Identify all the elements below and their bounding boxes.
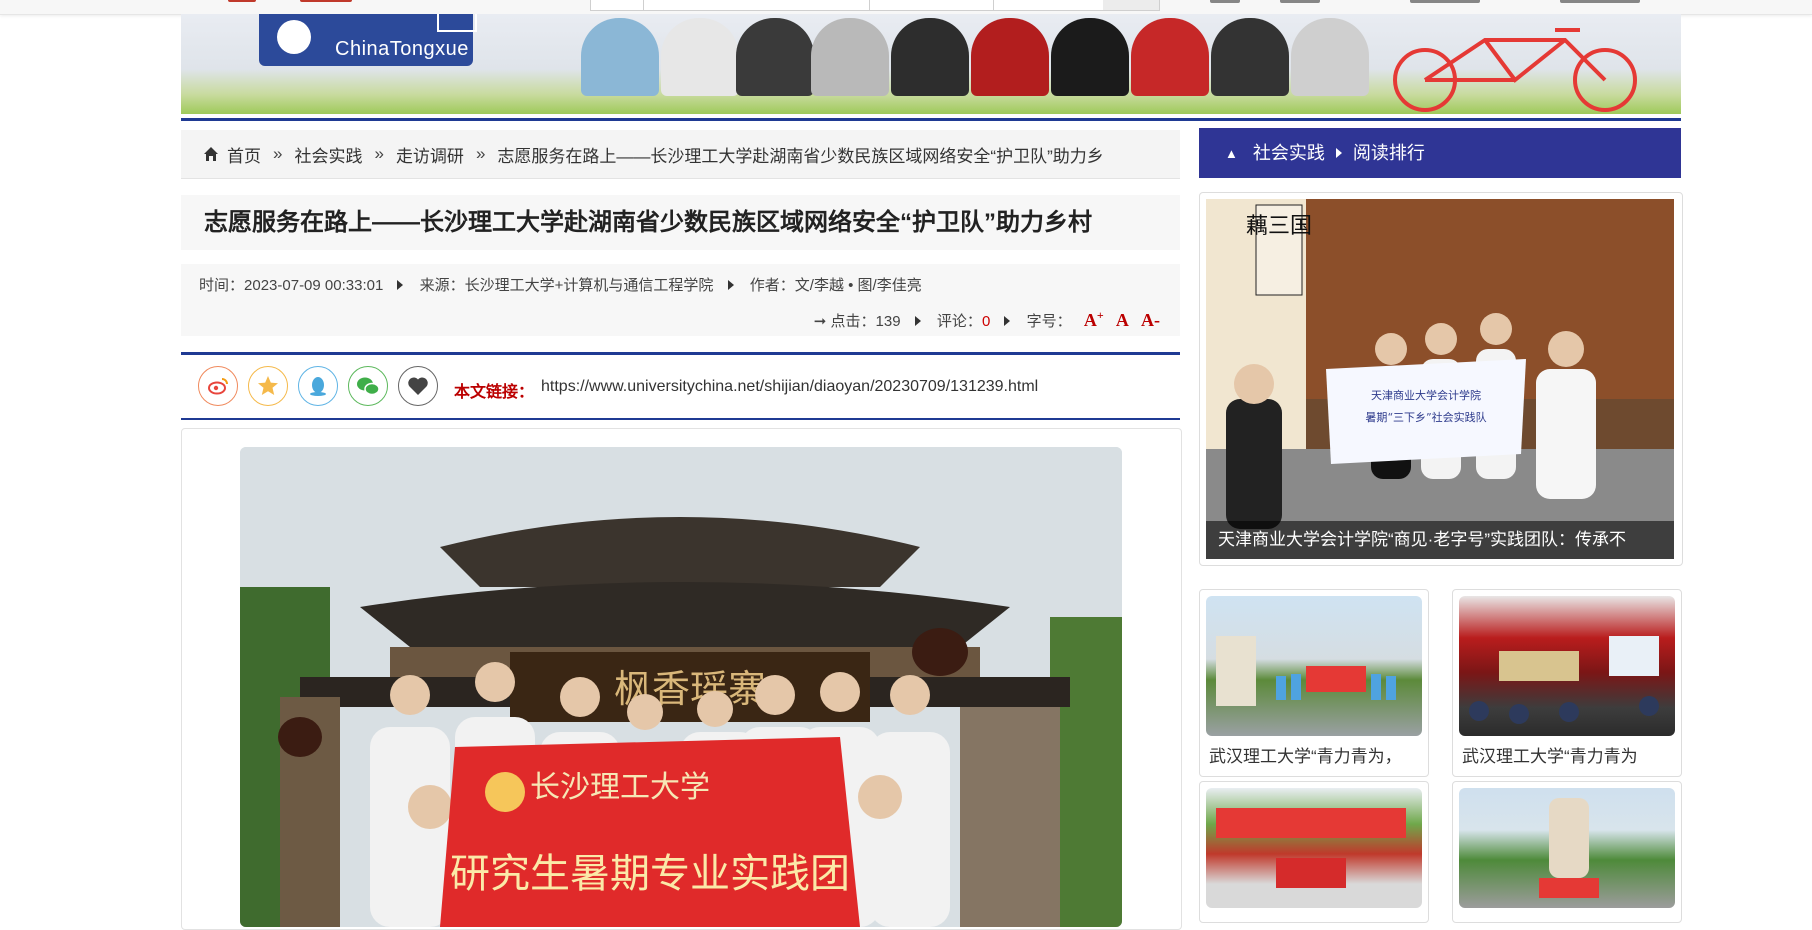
- breadcrumb-home[interactable]: 首页: [227, 142, 261, 167]
- triangle-right-icon: [397, 280, 404, 291]
- feature-banner-line2: 暑期“三下乡”社会实践队: [1365, 410, 1486, 424]
- font-increase-button[interactable]: A+: [1084, 308, 1104, 330]
- publish-time: 2023-07-09 00:33:01: [244, 277, 384, 294]
- logo-mark-icon: [277, 20, 311, 54]
- font-normal-button[interactable]: A: [1116, 310, 1129, 330]
- click-count: 139: [875, 313, 901, 330]
- home-icon: [204, 147, 218, 161]
- wechat-icon[interactable]: [348, 366, 388, 406]
- search-form[interactable]: [590, 0, 1160, 11]
- triangle-right-icon: [914, 316, 921, 327]
- article-meta: 时间：2023-07-09 00:33:01 来源：长沙理工大学+计算机与通信工…: [181, 264, 1180, 336]
- top-nav-link[interactable]: [1210, 0, 1240, 3]
- flag-text-top: 长沙理工大学: [530, 770, 710, 805]
- article-body: 枫香瑶寨 长沙理工大学 研究生暑期专业实践团: [181, 428, 1182, 930]
- sort-icon: ▲: [1225, 146, 1238, 162]
- site-banner: ChinaTongxue: [181, 14, 1681, 114]
- qq-icon[interactable]: [298, 366, 338, 406]
- article-photo: 枫香瑶寨 长沙理工大学 研究生暑期专业实践团: [240, 447, 1122, 927]
- logo-text: ChinaTongxue: [335, 38, 469, 60]
- feature-sign-text: 藕三国: [1246, 214, 1312, 239]
- flag-text-main: 研究生暑期专业实践团: [450, 851, 850, 897]
- card-thumbnail: [1459, 596, 1675, 736]
- top-nav-link[interactable]: [1560, 0, 1640, 3]
- divider: [181, 352, 1180, 355]
- triangle-right-icon: [1335, 148, 1342, 159]
- breadcrumb-visit-research[interactable]: 走访调研: [396, 142, 464, 167]
- divider: [181, 118, 1681, 121]
- sidebar-card[interactable]: [1199, 781, 1429, 923]
- page-title: 志愿服务在路上——长沙理工大学赴湖南省少数民族区域网络安全“护卫队”助力乡村: [181, 195, 1180, 250]
- triangle-right-icon: [727, 280, 734, 291]
- article-author: 文/李越 • 图/李佳亮: [794, 277, 922, 294]
- top-nav-link[interactable]: [300, 0, 352, 2]
- bicycle-icon: [1393, 28, 1637, 112]
- weibo-icon[interactable]: [198, 366, 238, 406]
- sidebar-card[interactable]: [1452, 781, 1682, 923]
- sidebar-tab-reading-rank[interactable]: 阅读排行: [1353, 143, 1425, 163]
- card-caption[interactable]: 武汉理工大学“青力青为: [1462, 742, 1674, 767]
- featured-caption[interactable]: 天津商业大学会计学院“商见·老字号”实践团队：传承不: [1206, 521, 1674, 559]
- featured-image: 藕三国 天津商业大学会计学院 暑期“三下乡”社会实践队: [1206, 199, 1674, 559]
- top-nav-link[interactable]: [1280, 0, 1320, 3]
- search-button[interactable]: [1103, 0, 1159, 10]
- article-link-label: 本文链接：: [454, 384, 535, 401]
- sidebar-card[interactable]: 武汉理工大学“青力青为，: [1199, 589, 1429, 777]
- breadcrumb-current: 志愿服务在路上——长沙理工大学赴湖南省少数民族区域网络安全“护卫队”助力乡: [497, 146, 1104, 166]
- triangle-right-icon: [1004, 316, 1011, 327]
- card-thumbnail: [1206, 596, 1422, 736]
- breadcrumb-social-practice[interactable]: 社会实践: [294, 142, 362, 167]
- sidebar-tab-social-practice[interactable]: 社会实践: [1253, 143, 1325, 163]
- card-thumbnail: [1459, 788, 1675, 908]
- sidebar-card[interactable]: 武汉理工大学“青力青为: [1452, 589, 1682, 777]
- card-thumbnail: [1206, 788, 1422, 908]
- top-nav-bar: [0, 0, 1812, 15]
- featured-story[interactable]: 藕三国 天津商业大学会计学院 暑期“三下乡”社会实践队 天津商业大学会计学院“商…: [1199, 192, 1683, 566]
- share-bar: 本文链接： https://www.universitychina.net/sh…: [181, 356, 1180, 418]
- sidebar-header: ▲ 社会实践 阅读排行: [1199, 128, 1681, 178]
- top-nav-link[interactable]: [1410, 0, 1480, 3]
- feature-banner-line1: 天津商业大学会计学院: [1371, 388, 1481, 402]
- divider: [181, 418, 1180, 420]
- top-nav-link[interactable]: [228, 0, 256, 2]
- article-link-url[interactable]: https://www.universitychina.net/shijian/…: [541, 378, 1038, 396]
- font-decrease-button[interactable]: A-: [1141, 310, 1160, 330]
- arrow-right-icon: ➞: [813, 313, 827, 330]
- breadcrumb: 首页 » 社会实践 » 走访调研 » 志愿服务在路上——长沙理工大学赴湖南省少数…: [181, 130, 1180, 179]
- favorite-icon[interactable]: [398, 366, 438, 406]
- qzone-icon[interactable]: [248, 366, 288, 406]
- card-caption[interactable]: 武汉理工大学“青力青为，: [1209, 742, 1421, 767]
- article-source: 长沙理工大学+计算机与通信工程学院: [464, 277, 714, 294]
- comment-count[interactable]: 0: [982, 313, 990, 330]
- site-logo[interactable]: ChinaTongxue: [259, 14, 477, 66]
